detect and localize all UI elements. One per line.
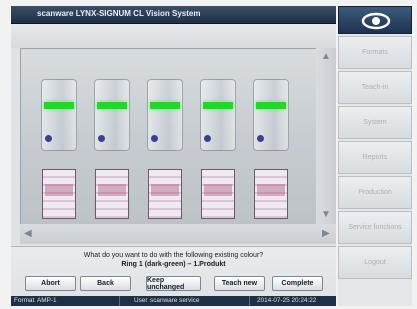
- vial-label: [42, 169, 76, 219]
- sidebar-item-formats[interactable]: Formats: [338, 36, 412, 69]
- vial-label: [95, 169, 129, 219]
- dot-mark: [151, 135, 158, 142]
- status-divider: [249, 296, 250, 306]
- label-print: [257, 184, 285, 196]
- status-divider: [119, 296, 120, 306]
- eye-icon: [361, 12, 391, 30]
- dot-mark: [204, 135, 211, 142]
- sidebar-item-logout[interactable]: Logout: [338, 246, 412, 279]
- label-print: [204, 184, 232, 196]
- camera-image: [20, 48, 318, 226]
- horizontal-scrollbar[interactable]: ◀ ▶: [20, 224, 336, 244]
- label-print: [151, 184, 179, 196]
- vertical-scrollbar[interactable]: ▲ ▼: [316, 48, 336, 224]
- sidebar-item-system[interactable]: System: [338, 106, 412, 139]
- vial-label: [254, 169, 288, 219]
- vial: [253, 79, 289, 151]
- dot-mark: [257, 135, 264, 142]
- dot-mark: [45, 135, 52, 142]
- title-bar: scanware LYNX-SIGNUM CL Vision System: [11, 6, 336, 24]
- vial: [147, 79, 183, 151]
- back-button[interactable]: Back: [80, 276, 131, 291]
- scroll-left-icon[interactable]: ◀: [24, 229, 32, 239]
- scroll-right-icon[interactable]: ▶: [322, 229, 330, 239]
- format-value: AMP-1: [37, 297, 57, 304]
- toolbar-strip: [11, 24, 336, 48]
- format-label: Format: [14, 297, 35, 304]
- scroll-up-icon[interactable]: ▲: [321, 52, 331, 62]
- vial: [200, 79, 236, 151]
- ring-marker: [150, 102, 180, 109]
- label-print: [98, 184, 126, 196]
- teach-new-button[interactable]: Teach new: [214, 276, 265, 291]
- logo-button[interactable]: [338, 6, 412, 34]
- complete-button[interactable]: Complete: [272, 276, 323, 291]
- user-label: User: [134, 297, 148, 304]
- window-title: scanware LYNX-SIGNUM CL Vision System: [37, 9, 201, 18]
- sidebar-item-production[interactable]: Production: [338, 176, 412, 209]
- sidebar-item-service-functions[interactable]: Service functions: [338, 211, 412, 244]
- abort-button[interactable]: Abort: [25, 276, 76, 291]
- sidebar-item-reports[interactable]: Reports: [338, 141, 412, 174]
- scroll-down-icon[interactable]: ▼: [321, 210, 331, 220]
- dot-mark: [98, 135, 105, 142]
- ring-marker: [256, 102, 286, 109]
- vial-label: [148, 169, 182, 219]
- label-print: [45, 184, 73, 196]
- ring-marker: [97, 102, 127, 109]
- dialog-detail: Ring 1 (dark-green) – 1.Produkt: [121, 261, 226, 268]
- vial: [41, 79, 77, 151]
- datetime: 2014-07-25 20:24:22: [257, 297, 317, 304]
- vial: [94, 79, 130, 151]
- keep-unchanged-button[interactable]: Keep unchanged: [146, 276, 201, 291]
- ring-marker: [203, 102, 233, 109]
- dialog-question: What do you want to do with the followin…: [83, 252, 264, 259]
- user-value: scanware service: [150, 297, 200, 304]
- ring-marker: [44, 102, 74, 109]
- vial-label: [201, 169, 235, 219]
- sidebar-item-teach-in[interactable]: Teach-in: [338, 71, 412, 104]
- status-bar: Format AMP-1 User scanware service 2014-…: [11, 296, 336, 306]
